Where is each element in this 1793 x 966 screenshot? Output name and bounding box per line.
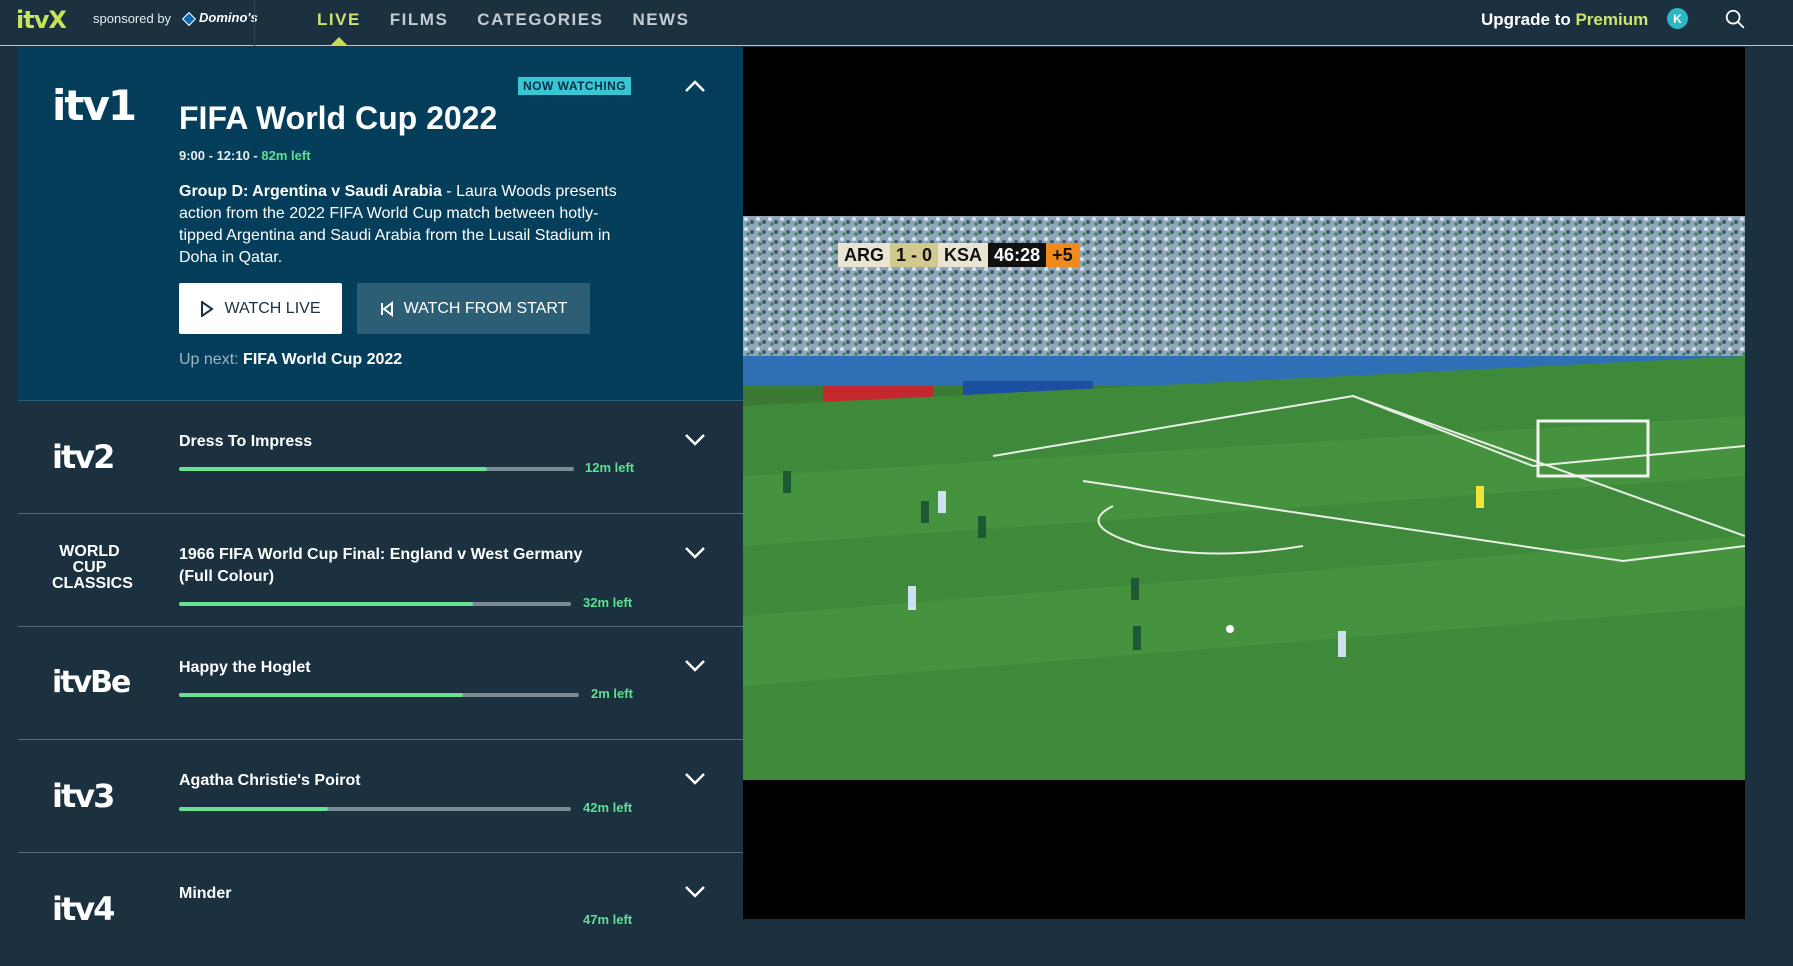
play-icon [201, 300, 215, 317]
itv3-logo: itv3 [52, 777, 115, 815]
sponsor-text: sponsored by [93, 11, 172, 26]
progress-bar [179, 602, 571, 606]
nav-news[interactable]: NEWS [632, 10, 689, 30]
row-title: Dress To Impress [179, 433, 313, 450]
upgrade-link[interactable]: Upgrade to Premium [1481, 10, 1648, 30]
watch-from-start-label: WATCH FROM START [403, 299, 568, 317]
row-title: Minder [179, 885, 232, 902]
match-clock: 46:28 [988, 243, 1047, 267]
chevron-up-icon[interactable] [684, 79, 706, 93]
itvx-logo[interactable]: itvX [16, 6, 67, 34]
program-time: 9:00 - 12:10 - 82m left [179, 148, 311, 163]
nav-categories[interactable]: CATEGORIES [477, 10, 603, 30]
dominos-tile-icon [181, 11, 197, 26]
top-navigation-bar: itvX sponsored by Domino's LIVE FILMS CA… [0, 0, 1793, 46]
description-heading: Group D: Argentina v Saudi Arabia [179, 183, 442, 200]
away-team: KSA [938, 243, 989, 267]
chevron-down-icon[interactable] [684, 659, 706, 673]
time-left: 82m left [261, 148, 311, 163]
score: 1 - 0 [890, 243, 939, 267]
progress-bar [179, 693, 579, 697]
time-left: 2m left [591, 686, 633, 701]
chevron-down-icon[interactable] [684, 546, 706, 560]
header-divider [254, 0, 255, 46]
added-time: +5 [1046, 243, 1079, 267]
row-title: 1966 FIFA World Cup Final: England v Wes… [179, 546, 583, 585]
channel-row-itv4[interactable]: itv4 Minder 47m left [18, 853, 743, 966]
watch-live-button[interactable]: WATCH LIVE [179, 283, 342, 334]
time-left: 32m left [583, 595, 633, 610]
sponsor-brand: Domino's [199, 10, 258, 25]
channel-row-itvbe[interactable]: itvBe Happy the Hoglet 2m left [18, 627, 743, 740]
up-next-label: Up next: [179, 351, 239, 368]
program-description: Group D: Argentina v Saudi Arabia - Laur… [179, 181, 639, 269]
football-pitch-image [743, 216, 1745, 780]
upgrade-premium: Premium [1575, 10, 1649, 29]
watch-from-start-button[interactable]: WATCH FROM START [357, 283, 590, 334]
time-left: 42m left [583, 800, 633, 815]
home-team: ARG [838, 243, 890, 267]
program-title: FIFA World Cup 2022 [179, 100, 498, 136]
channel-row-itv2[interactable]: itv2 Dress To Impress 12m left [18, 401, 743, 514]
row-title: Agatha Christie's Poirot [179, 772, 361, 789]
video-player[interactable]: ARG 1 - 0 KSA 46:28 +5 [743, 47, 1745, 919]
world-cup-classics-logo-text: WORLD CUP CLASSICS [52, 543, 133, 592]
profile-avatar[interactable]: K [1667, 8, 1688, 29]
main-nav: LIVE FILMS CATEGORIES NEWS [317, 10, 689, 45]
row-title: Happy the Hoglet [179, 659, 311, 676]
upgrade-prefix: Upgrade to [1481, 10, 1571, 29]
nav-live[interactable]: LIVE [317, 10, 361, 45]
progress-fill [179, 467, 488, 471]
chevron-down-icon[interactable] [684, 772, 706, 786]
time-left: 47m left [583, 912, 633, 927]
channel-guide-panel: itv1 NOW WATCHING FIFA World Cup 2022 9:… [18, 47, 743, 966]
progress-fill [179, 693, 463, 697]
current-channel-card: itv1 NOW WATCHING FIFA World Cup 2022 9:… [18, 47, 743, 401]
restart-icon [380, 300, 393, 317]
search-icon[interactable] [1724, 8, 1746, 30]
chevron-down-icon[interactable] [684, 433, 706, 447]
itvbe-logo: itvBe [52, 665, 131, 700]
video-frame[interactable]: ARG 1 - 0 KSA 46:28 +5 [743, 216, 1745, 780]
channel-row-itv3[interactable]: itv3 Agatha Christie's Poirot 42m left [18, 740, 743, 853]
itv4-logo: itv4 [52, 890, 115, 928]
progress-bar [179, 807, 571, 811]
time-range: 9:00 - 12:10 - [179, 148, 258, 163]
progress-fill [179, 807, 328, 811]
up-next-title: FIFA World Cup 2022 [243, 351, 403, 368]
scoreboard: ARG 1 - 0 KSA 46:28 +5 [838, 243, 1079, 267]
up-next: Up next: FIFA World Cup 2022 [179, 351, 402, 369]
progress-bar [179, 467, 574, 471]
itv1-logo: itv1 [52, 81, 137, 130]
watch-live-label: WATCH LIVE [224, 299, 321, 317]
progress-fill [179, 602, 473, 606]
chevron-down-icon[interactable] [684, 885, 706, 899]
itv2-logo: itv2 [52, 438, 115, 476]
channel-row-world-cup-classics[interactable]: WORLD CUP CLASSICS 1966 FIFA World Cup F… [18, 514, 743, 627]
nav-films[interactable]: FILMS [390, 10, 449, 30]
time-left: 12m left [585, 460, 635, 475]
dominos-logo: Domino's [181, 10, 258, 26]
world-cup-classics-logo: WORLD CUP CLASSICS [52, 543, 133, 592]
now-watching-badge: NOW WATCHING [518, 77, 632, 95]
